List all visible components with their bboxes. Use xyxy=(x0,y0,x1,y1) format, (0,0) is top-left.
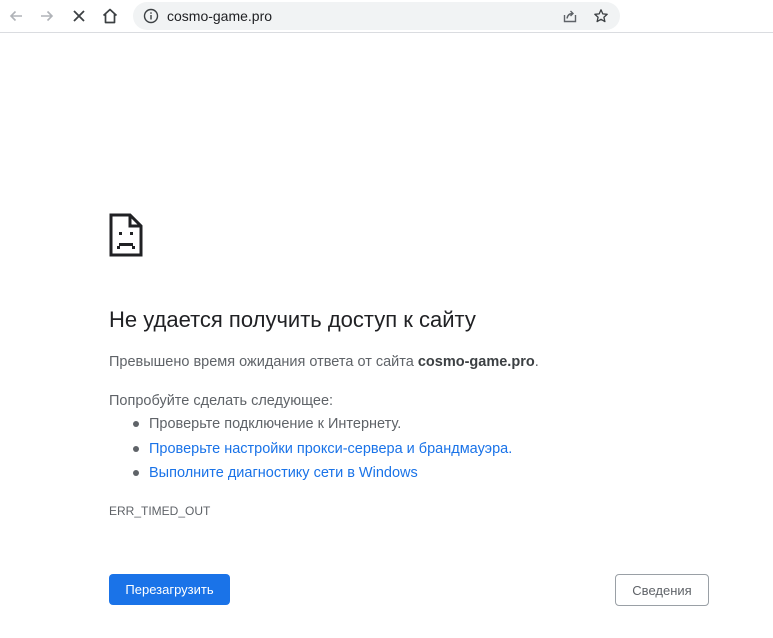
suggestion-item[interactable]: Проверьте настройки прокси-сервера и бра… xyxy=(109,440,512,465)
forward-button[interactable] xyxy=(34,3,60,29)
error-code: ERR_TIMED_OUT xyxy=(109,504,211,518)
bullet xyxy=(133,445,139,452)
suggestions-list: Проверьте подключение к Интернету. Прове… xyxy=(109,415,512,489)
summary-site: cosmo-game.pro xyxy=(417,354,535,370)
bullet xyxy=(133,470,139,476)
network-diagnostics-link[interactable]: Выполните диагностику сети в Windows xyxy=(149,465,418,481)
reload-button[interactable]: Перезагрузить xyxy=(109,574,230,605)
info-circle-icon[interactable] xyxy=(143,8,159,24)
stop-button[interactable] xyxy=(66,3,92,29)
proxy-settings-link[interactable]: Проверьте настройки прокси-сервера и бра… xyxy=(149,441,512,457)
suggestion-text: Проверьте подключение к Интернету. xyxy=(149,416,402,432)
error-summary: Превышено время ожидания ответа от сайта… xyxy=(109,353,539,371)
close-icon xyxy=(73,10,85,22)
share-icon[interactable] xyxy=(562,8,578,24)
home-button[interactable] xyxy=(97,3,123,29)
bullet xyxy=(133,421,139,427)
summary-suffix: . xyxy=(534,354,539,370)
error-heading: Не удается получить доступ к сайту xyxy=(109,307,476,332)
address-bar[interactable]: cosmo-game.pro xyxy=(133,2,620,30)
suggestion-item[interactable]: Выполните диагностику сети в Windows xyxy=(109,464,512,489)
url-text[interactable]: cosmo-game.pro xyxy=(167,8,272,24)
home-icon xyxy=(102,8,118,24)
details-button[interactable]: Сведения xyxy=(615,574,709,606)
arrow-left-icon xyxy=(9,10,22,22)
back-button[interactable] xyxy=(3,3,29,29)
sad-page-icon xyxy=(109,213,143,257)
arrow-right-icon xyxy=(41,10,54,22)
summary-text: Превышено время ожидания ответа от сайта xyxy=(109,354,418,370)
suggestion-item: Проверьте подключение к Интернету. xyxy=(109,415,512,440)
star-icon[interactable] xyxy=(593,8,609,24)
suggestions-heading: Попробуйте сделать следующее: xyxy=(109,393,334,409)
browser-toolbar: cosmo-game.pro xyxy=(0,0,773,33)
